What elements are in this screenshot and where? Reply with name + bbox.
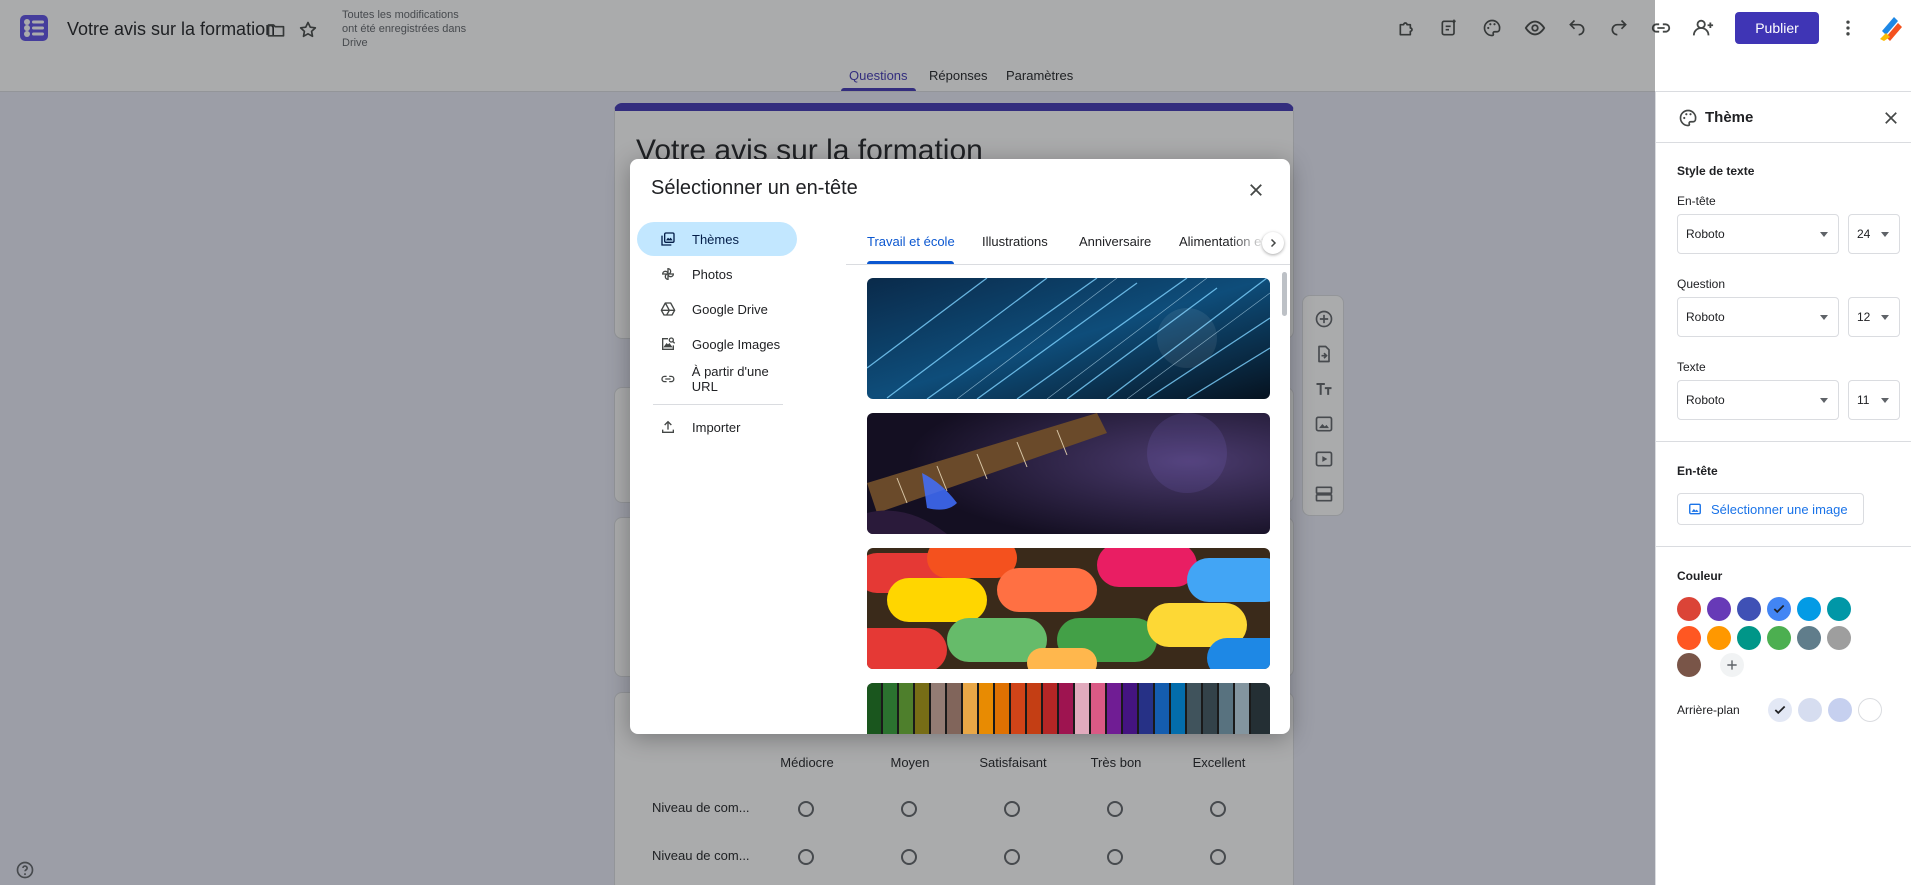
nav-item-label: Importer [692, 419, 741, 435]
check-icon [1774, 705, 1786, 715]
theme-thumbnail[interactable] [867, 548, 1270, 669]
background-swatch-selected[interactable] [1768, 698, 1792, 722]
background-swatch[interactable] [1798, 698, 1822, 722]
close-icon[interactable] [1879, 106, 1903, 130]
nav-item-label: Thèmes [692, 231, 739, 247]
color-label: Couleur [1677, 569, 1723, 583]
divider [1656, 441, 1911, 442]
color-swatch[interactable] [1707, 626, 1731, 650]
divider [846, 264, 1290, 265]
header-font-value: Roboto [1686, 227, 1725, 241]
color-swatch-selected[interactable] [1767, 597, 1791, 621]
color-swatch[interactable] [1677, 653, 1701, 677]
close-icon[interactable] [1244, 178, 1268, 202]
scroll-tabs-right-button[interactable] [1262, 232, 1284, 254]
nav-item-google-images[interactable]: Google Images [637, 327, 797, 361]
text-font-label: Texte [1677, 360, 1706, 374]
background-swatch[interactable] [1828, 698, 1852, 722]
color-swatch[interactable] [1677, 626, 1701, 650]
select-image-label: Sélectionner une image [1711, 501, 1848, 517]
chevron-right-icon [1270, 238, 1277, 248]
dialog-title: Sélectionner un en-tête [651, 177, 858, 199]
publish-button[interactable]: Publier [1735, 12, 1819, 44]
color-swatch[interactable] [1827, 626, 1851, 650]
nav-item-themes[interactable]: Thèmes [637, 222, 797, 256]
header-font-label: En-tête [1677, 194, 1716, 208]
nav-item-from-url[interactable]: À partir d'une URL [637, 362, 797, 396]
chevron-down-icon [1881, 398, 1889, 403]
nav-item-google-drive[interactable]: Google Drive [637, 292, 797, 326]
upload-icon [662, 420, 674, 433]
color-swatch[interactable] [1797, 626, 1821, 650]
more-options-icon[interactable] [1836, 16, 1860, 40]
palette-icon [1676, 106, 1700, 130]
image-search-icon [662, 337, 676, 350]
category-tab-work-school[interactable]: Travail et école [867, 234, 955, 249]
theme-panel: Thème Style de texte En-tête Roboto 24 Q… [1655, 92, 1911, 885]
select-image-button[interactable]: Sélectionner une image [1677, 493, 1864, 525]
background-label: Arrière-plan [1677, 703, 1740, 717]
photos-icon [661, 267, 675, 281]
theme-thumbnail-list [867, 278, 1270, 734]
question-font-label: Question [1677, 277, 1726, 291]
divider [1656, 546, 1911, 547]
chevron-down-icon [1820, 315, 1828, 320]
chevron-down-icon [1881, 315, 1889, 320]
color-swatch[interactable] [1737, 597, 1761, 621]
text-font-value: Roboto [1686, 393, 1725, 407]
plus-icon [1727, 660, 1737, 670]
nav-item-label: Google Drive [692, 301, 768, 317]
link-icon [661, 375, 675, 383]
question-size-value: 12 [1857, 310, 1871, 324]
question-size-select[interactable]: 12 [1848, 297, 1900, 337]
nav-item-upload[interactable]: Importer [637, 410, 797, 444]
nav-item-label: Photos [692, 266, 733, 282]
chevron-down-icon [1820, 398, 1828, 403]
header-size-value: 24 [1857, 227, 1871, 241]
color-swatch[interactable] [1767, 626, 1791, 650]
select-header-dialog: Sélectionner un en-tête Thèmes Photos Go… [630, 159, 1290, 734]
color-swatch[interactable] [1677, 597, 1701, 621]
color-swatch[interactable] [1827, 597, 1851, 621]
chevron-down-icon [1881, 232, 1889, 237]
color-swatch[interactable] [1797, 597, 1821, 621]
text-style-label: Style de texte [1677, 164, 1755, 178]
nav-item-label: À partir d'une URL [691, 364, 769, 394]
theme-panel-title: Thème [1705, 109, 1754, 126]
theme-thumbnail[interactable] [867, 683, 1270, 734]
header-font-select[interactable]: Roboto [1677, 214, 1839, 254]
text-font-select[interactable]: Roboto [1677, 380, 1839, 420]
add-collaborator-icon[interactable] [1691, 16, 1715, 40]
theme-thumbnail[interactable] [867, 413, 1270, 534]
themes-icon [661, 232, 675, 246]
color-swatch[interactable] [1737, 626, 1761, 650]
scrollbar[interactable] [1282, 272, 1287, 316]
header-size-select[interactable]: 24 [1848, 214, 1900, 254]
color-swatch[interactable] [1707, 597, 1731, 621]
question-font-value: Roboto [1686, 310, 1725, 324]
add-custom-color-button[interactable] [1720, 653, 1744, 677]
text-size-select[interactable]: 11 [1848, 380, 1900, 420]
chevron-down-icon [1820, 232, 1828, 237]
category-tab-illustrations[interactable]: Illustrations [982, 234, 1048, 249]
account-avatar-icon[interactable] [1877, 12, 1905, 44]
nav-item-label: Google Images [692, 336, 781, 352]
divider [653, 404, 783, 405]
background-swatch[interactable] [1858, 698, 1882, 722]
header-section-label: En-tête [1677, 464, 1718, 478]
drive-icon [660, 302, 676, 316]
nav-item-photos[interactable]: Photos [637, 257, 797, 291]
check-icon [1773, 604, 1785, 614]
category-tab-birthday[interactable]: Anniversaire [1079, 234, 1151, 249]
question-font-select[interactable]: Roboto [1677, 297, 1839, 337]
image-icon [1689, 503, 1701, 515]
text-size-value: 11 [1857, 393, 1870, 407]
theme-thumbnail[interactable] [867, 278, 1270, 399]
divider [1656, 142, 1911, 143]
